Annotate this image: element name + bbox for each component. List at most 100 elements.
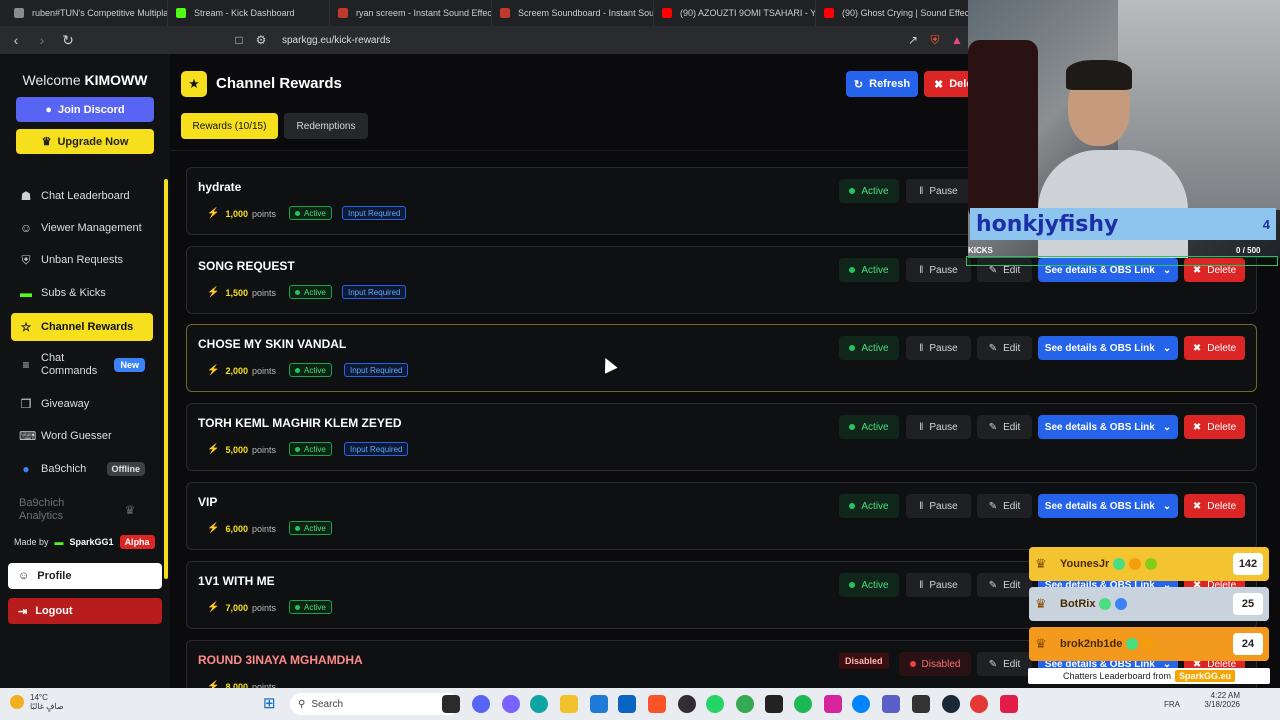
- sidebar-item-ba9chich-analytics[interactable]: ♛ Ba9chich Analytics: [11, 496, 153, 524]
- browser-tab[interactable]: (90) Ghost Crying | Sound Effect #sc: [816, 0, 978, 26]
- pause-button[interactable]: ‖ Pause: [906, 573, 971, 597]
- whatsapp-app-icon[interactable]: [706, 695, 724, 713]
- browser-tab[interactable]: ryan screem - Instant Sound Effect B: [330, 0, 492, 26]
- username: KIMOWW: [84, 72, 148, 88]
- terminal-app-icon[interactable]: [912, 695, 930, 713]
- reward-cost: ⚡ 7,000 points: [207, 602, 276, 613]
- bookmark-icon[interactable]: □: [228, 29, 250, 51]
- edit-button[interactable]: ✎ Edit: [977, 652, 1032, 676]
- obs-app-icon[interactable]: [678, 695, 696, 713]
- pause-button[interactable]: ‖ Pause: [906, 336, 971, 360]
- active-tag: Active: [289, 363, 332, 377]
- forward-icon[interactable]: ›: [32, 30, 52, 50]
- sidebar-item-ba9chich[interactable]: ● Ba9chich Offline: [11, 455, 153, 483]
- sidebar: Welcome KIMOWW ● Join Discord ♛ Upgrade No…: [0, 54, 170, 688]
- record-app-icon[interactable]: [970, 695, 988, 713]
- active-tag: Active: [289, 206, 332, 220]
- profile-button[interactable]: ☺ Profile: [8, 563, 162, 589]
- share-icon[interactable]: ↗: [902, 29, 924, 51]
- badge-icon: [1145, 558, 1158, 570]
- sidebar-item-label: Word Guesser: [41, 430, 112, 442]
- upgrade-now-button[interactable]: ♛ Upgrade Now: [16, 129, 154, 154]
- steam-app-icon[interactable]: [942, 695, 960, 713]
- edit-button[interactable]: ✎ Edit: [977, 573, 1032, 597]
- search-icon: ⚲: [298, 698, 306, 710]
- sidebar-item-word-guesser[interactable]: ⌨ Word Guesser: [11, 422, 153, 450]
- pause-button[interactable]: ‖ Pause: [906, 258, 971, 282]
- sidebar-item-chat-leaderboard[interactable]: ☗ Chat Leaderboard: [11, 182, 153, 210]
- weather-widget[interactable]: 14°C صافٍ غالبًا: [10, 693, 64, 711]
- points-word: points: [251, 287, 277, 298]
- reload-icon[interactable]: ↻: [58, 30, 78, 50]
- brave-app-icon[interactable]: [648, 695, 666, 713]
- pause-button[interactable]: ‖ Pause: [906, 494, 971, 518]
- windows-start-icon[interactable]: ⊞: [263, 696, 279, 712]
- messenger-app-icon[interactable]: [852, 695, 870, 713]
- site-info-icon[interactable]: ⚙: [250, 29, 272, 51]
- obs-link-button[interactable]: See details & OBS Link ⌄: [1038, 494, 1178, 518]
- discord-app-icon[interactable]: [472, 695, 490, 713]
- browser-tab[interactable]: Stream - Kick Dashboard: [168, 0, 330, 26]
- pause-button[interactable]: ‖ Pause: [906, 415, 971, 439]
- tab-rewards[interactable]: Rewards (10/15): [181, 113, 278, 139]
- sidebar-item-viewer-management[interactable]: ☺ Viewer Management: [11, 214, 153, 242]
- reward-name: hydrate: [198, 180, 242, 194]
- badge-icon: [1099, 598, 1112, 610]
- copilot-app-icon[interactable]: [502, 695, 520, 713]
- edit-button[interactable]: ✎ Edit: [977, 336, 1032, 360]
- delete-button[interactable]: ✖ Delete: [1184, 415, 1245, 439]
- kick-app-icon[interactable]: [1000, 695, 1018, 713]
- badge-icon: [1126, 638, 1139, 650]
- reward-cost: ⚡ 6,000 points: [207, 523, 276, 534]
- logout-button[interactable]: ⇥ Logout: [8, 598, 162, 624]
- url-field[interactable]: sparkgg.eu/kick-rewards: [282, 29, 902, 51]
- refresh-button[interactable]: ↻ Refresh: [846, 71, 918, 97]
- sidebar-item-unban-requests[interactable]: ⛨ Unban Requests: [11, 246, 153, 274]
- sidebar-scrollbar[interactable]: [164, 179, 168, 579]
- sidebar-item-subs-kicks[interactable]: ▬ Subs & Kicks: [11, 279, 153, 307]
- spotify-app-icon[interactable]: [794, 695, 812, 713]
- pause-label: Pause: [929, 264, 958, 276]
- back-icon[interactable]: ‹: [6, 30, 26, 50]
- tab-redemptions[interactable]: Redemptions: [284, 113, 368, 139]
- outlook-app-icon[interactable]: [618, 695, 636, 713]
- capcut-app-icon[interactable]: [765, 695, 783, 713]
- delete-button[interactable]: ✖ Delete: [1184, 336, 1245, 360]
- bolt-icon: ⚡: [207, 602, 220, 613]
- teams-app-icon[interactable]: [882, 695, 900, 713]
- browser-tab[interactable]: Screem Soundboard - Instant Sound: [492, 0, 654, 26]
- sidebar-item-label: Channel Rewards: [41, 321, 134, 333]
- sidebar-item-giveaway[interactable]: ❒ Giveaway: [11, 390, 153, 418]
- chrome-app-icon[interactable]: [736, 695, 754, 713]
- edit-label: Edit: [1003, 579, 1021, 591]
- sidebar-item-chat-commands[interactable]: ≡ Chat Commands New: [11, 351, 153, 379]
- join-discord-button[interactable]: ● Join Discord: [16, 97, 154, 122]
- browser-tab[interactable]: ruben#TUN's Competitive Multiplay: [6, 0, 168, 26]
- task-view-icon[interactable]: [442, 695, 460, 713]
- brave-rewards-icon[interactable]: ▲: [946, 29, 968, 51]
- brave-shield-icon[interactable]: ⛨: [924, 29, 946, 51]
- sparkgg-logo-icon: ▬: [54, 537, 64, 547]
- instagram-app-icon[interactable]: [824, 695, 842, 713]
- sidebar-item-label: Chat Commands: [41, 352, 98, 377]
- taskbar-search[interactable]: ⚲ Search: [290, 693, 460, 715]
- store-app-icon[interactable]: [590, 695, 608, 713]
- windows-taskbar: 14°C صافٍ غالبًا ⊞ ⚲ Search FRA 4:22 AM 3…: [0, 688, 1280, 720]
- delete-label: Delete: [1207, 421, 1237, 433]
- sidebar-item-channel-rewards[interactable]: ☆ Channel Rewards: [11, 313, 153, 341]
- obs-link-button[interactable]: See details & OBS Link ⌄: [1038, 336, 1178, 360]
- shield-icon: ⛨: [21, 252, 31, 267]
- obs-link-button[interactable]: See details & OBS Link ⌄: [1038, 415, 1178, 439]
- pause-button[interactable]: ‖ Pause: [906, 179, 971, 203]
- browser-tab[interactable]: (90) AZOUZTI 9OMI TSAHARI - YouT: [654, 0, 816, 26]
- edit-button[interactable]: ✎ Edit: [977, 415, 1032, 439]
- clock[interactable]: 4:22 AM 3/18/2026: [1160, 691, 1240, 709]
- edge-app-icon[interactable]: [530, 695, 548, 713]
- delete-button[interactable]: ✖ Delete: [1184, 494, 1245, 518]
- leaderboard-count: 24: [1233, 633, 1263, 655]
- join-discord-label: Join Discord: [58, 103, 125, 116]
- edit-button[interactable]: ✎ Edit: [977, 494, 1032, 518]
- chevron-down-icon: ⌄: [1162, 264, 1172, 276]
- tab-favicon-icon: [338, 8, 348, 18]
- file-explorer-icon[interactable]: [560, 695, 578, 713]
